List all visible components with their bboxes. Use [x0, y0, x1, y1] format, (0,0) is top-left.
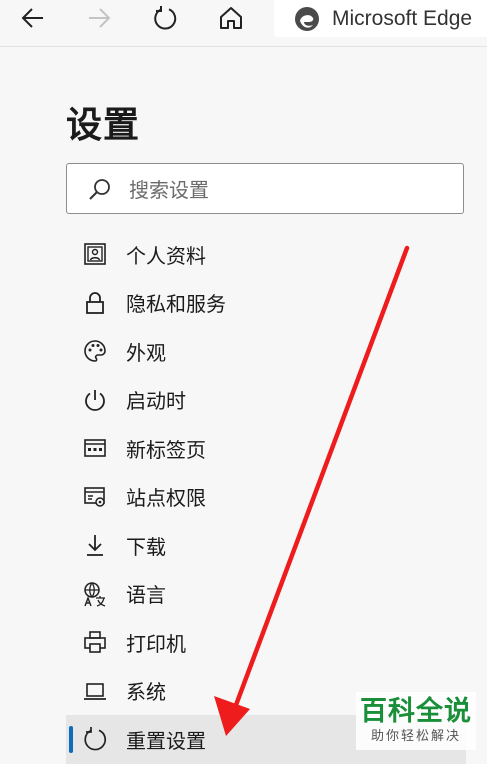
site-permissions-icon — [84, 486, 105, 507]
nav-label: 外观 — [126, 340, 166, 365]
nav-label: 站点权限 — [126, 486, 206, 511]
reset-icon — [84, 727, 107, 751]
forward-button[interactable] — [76, 0, 122, 36]
nav-item-new-tab[interactable]: 新标签页 — [66, 424, 466, 473]
search-input[interactable]: 搜索设置 — [129, 174, 209, 203]
nav-label: 打印机 — [126, 631, 186, 656]
back-arrow-icon — [21, 8, 43, 28]
page-title: 设置 — [66, 105, 141, 146]
home-button[interactable] — [208, 0, 254, 36]
nav-item-startup[interactable]: 启动时 — [66, 376, 466, 425]
nav-item-appearance[interactable]: 外观 — [66, 327, 466, 376]
nav-label: 隐私和服务 — [126, 292, 226, 317]
home-icon — [220, 7, 242, 29]
tab-title: Microsoft Edge — [332, 6, 473, 30]
edge-logo-icon — [295, 6, 319, 31]
settings-nav: 个人资料 隐私和服务 外观 启动时 新标签页 站点权限 下载 语言 打印机 系统… — [66, 230, 466, 764]
back-button[interactable] — [10, 0, 56, 36]
laptop-icon — [84, 682, 106, 700]
nav-item-site-permissions[interactable]: 站点权限 — [66, 473, 466, 522]
browser-tab[interactable]: Microsoft Edge — [274, 0, 487, 37]
nav-label: 语言 — [126, 583, 166, 608]
nav-label: 启动时 — [126, 389, 186, 414]
power-icon — [85, 389, 105, 411]
language-icon — [84, 582, 106, 607]
refresh-button[interactable] — [142, 0, 188, 36]
new-tab-icon — [84, 439, 106, 458]
search-icon — [89, 178, 110, 200]
nav-item-downloads[interactable]: 下载 — [66, 521, 466, 570]
nav-label: 系统 — [126, 680, 166, 705]
search-box[interactable]: 搜索设置 — [66, 163, 464, 214]
download-icon — [87, 535, 103, 557]
profile-icon — [84, 243, 106, 266]
forward-arrow-icon — [89, 8, 111, 28]
nav-label: 个人资料 — [126, 243, 206, 268]
watermark-subtitle: 助你轻松解决 — [370, 729, 461, 744]
nav-item-privacy[interactable]: 隐私和服务 — [66, 279, 466, 328]
lock-icon — [86, 291, 104, 314]
nav-item-printers[interactable]: 打印机 — [66, 618, 466, 667]
nav-label: 新标签页 — [126, 437, 206, 462]
nav-label: 重置设置 — [126, 728, 206, 753]
palette-icon — [84, 340, 106, 363]
nav-label: 下载 — [126, 534, 166, 559]
refresh-icon — [154, 6, 177, 30]
browser-toolbar: Microsoft Edge — [0, 0, 487, 47]
watermark-title: 百科全说 — [360, 696, 472, 727]
watermark: 百科全说 助你轻松解决 — [356, 692, 476, 750]
nav-item-languages[interactable]: 语言 — [66, 570, 466, 619]
printer-icon — [84, 631, 106, 654]
nav-item-profile[interactable]: 个人资料 — [66, 230, 466, 279]
